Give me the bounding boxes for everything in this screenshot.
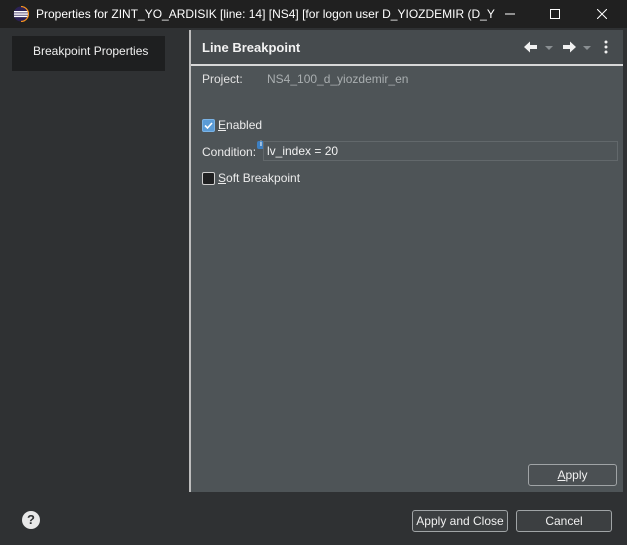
- back-dropdown-icon[interactable]: [544, 38, 554, 56]
- close-button[interactable]: [577, 0, 627, 28]
- maximize-button[interactable]: [532, 0, 578, 28]
- close-icon: [597, 9, 607, 19]
- minimize-icon: [505, 13, 515, 15]
- condition-label: Condition:: [202, 145, 257, 159]
- property-page-tree: Breakpoint Properties: [4, 30, 191, 492]
- help-icon[interactable]: ?: [22, 511, 40, 529]
- condition-input[interactable]: [263, 141, 618, 161]
- back-arrow-icon[interactable]: [522, 38, 540, 56]
- sidebar-item-label: Breakpoint Properties: [33, 44, 149, 58]
- enabled-checkbox[interactable]: [202, 119, 215, 132]
- cancel-button[interactable]: Cancel: [516, 510, 612, 532]
- project-value: NS4_100_d_yiozdemir_en: [267, 72, 409, 86]
- sidebar-item-breakpoint-properties[interactable]: Breakpoint Properties: [12, 36, 165, 71]
- apply-button[interactable]: Apply: [528, 464, 617, 486]
- window-title: Properties for ZINT_YO_ARDISIK [line: 14…: [36, 7, 496, 21]
- soft-breakpoint-label[interactable]: Soft Breakpoint: [218, 171, 300, 185]
- forward-arrow-icon[interactable]: [560, 38, 578, 56]
- title-bar: Properties for ZINT_YO_ARDISIK [line: 14…: [0, 0, 627, 28]
- apply-and-close-button[interactable]: Apply and Close: [412, 510, 508, 532]
- enabled-label[interactable]: Enabled: [218, 118, 262, 132]
- eclipse-icon: [13, 5, 30, 23]
- page-title: Line Breakpoint: [202, 40, 301, 55]
- soft-breakpoint-checkbox[interactable]: [202, 172, 215, 185]
- dialog-footer: ? Apply and Close Cancel: [0, 492, 627, 545]
- view-menu-icon[interactable]: [600, 38, 612, 56]
- forward-dropdown-icon[interactable]: [582, 38, 592, 56]
- maximize-icon: [550, 9, 560, 19]
- project-label: Project:: [202, 72, 243, 86]
- property-page: Line Breakpoint Project: NS4_100_d_yiozd…: [191, 30, 623, 492]
- checkmark-icon: [204, 122, 213, 130]
- page-header: Line Breakpoint: [191, 30, 623, 66]
- minimize-button[interactable]: [487, 0, 533, 28]
